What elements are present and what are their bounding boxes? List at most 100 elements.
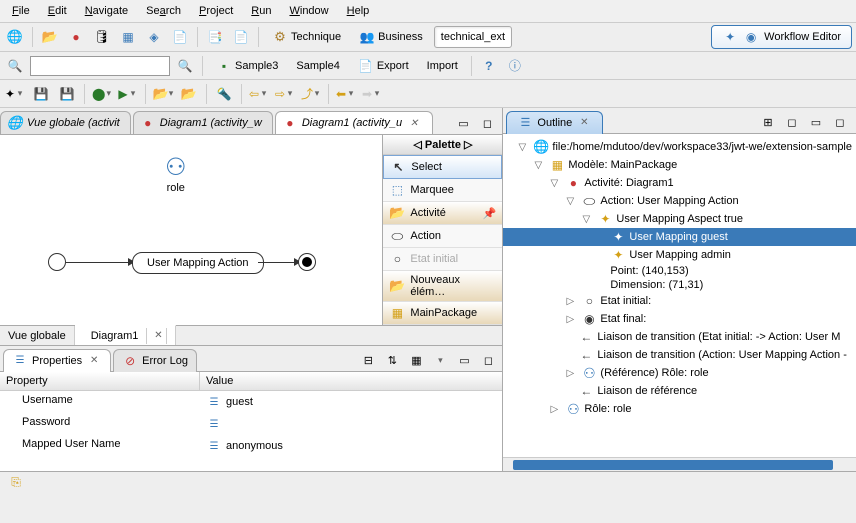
menu-run[interactable]: Run: [243, 2, 279, 20]
save-button[interactable]: [30, 83, 52, 105]
doc2-button[interactable]: [230, 26, 252, 48]
outline-tab[interactable]: Outline: [506, 111, 603, 134]
ext-button[interactable]: [152, 83, 174, 105]
doc-button[interactable]: [169, 26, 191, 48]
outline-max[interactable]: ◻: [829, 111, 851, 133]
minimize-button[interactable]: ▭: [452, 112, 474, 134]
props-menu[interactable]: [429, 349, 451, 371]
tree-etat-initial[interactable]: Etat initial:: [503, 292, 856, 310]
editor-tab-2[interactable]: Diagram1 (activity_w: [133, 111, 273, 134]
end-node[interactable]: [298, 253, 316, 271]
ext2-button[interactable]: [178, 83, 200, 105]
nav-btn1[interactable]: ⇦: [248, 83, 270, 105]
diamond-button[interactable]: [143, 26, 165, 48]
debug-button[interactable]: ⬤: [91, 83, 113, 105]
palette-mainpackage[interactable]: MainPackage: [383, 302, 502, 325]
palette-etat-initial[interactable]: Etat initial: [383, 248, 502, 271]
start-node[interactable]: [48, 253, 66, 271]
prop-row-password[interactable]: Password: [0, 413, 502, 435]
palette-marquee[interactable]: Marquee: [383, 179, 502, 202]
tree-dimension[interactable]: Dimension: (71,31): [503, 278, 856, 292]
record-button[interactable]: [65, 26, 87, 48]
menu-project[interactable]: Project: [191, 2, 241, 20]
menu-help[interactable]: Help: [339, 2, 378, 20]
docs-button[interactable]: [204, 26, 226, 48]
tree-model[interactable]: Modèle: MainPackage: [503, 156, 856, 174]
tree-ref-link[interactable]: Liaison de référence: [503, 382, 856, 400]
props-min[interactable]: ▭: [453, 349, 475, 371]
props-btn3[interactable]: ▦: [405, 349, 427, 371]
workflow-editor-button[interactable]: Workflow Editor: [711, 25, 852, 49]
menu-search[interactable]: Search: [138, 2, 189, 20]
edge-2[interactable]: [258, 262, 298, 263]
prop-row-username[interactable]: Username guest: [0, 391, 502, 413]
tree-transition-2[interactable]: Liaison de transition (Action: User Mapp…: [503, 346, 856, 364]
nav-btn2[interactable]: ⇨: [274, 83, 296, 105]
tree-point[interactable]: Point: (140,153): [503, 264, 856, 278]
close-icon[interactable]: [86, 353, 102, 369]
saveall-button[interactable]: [56, 83, 78, 105]
outline-mode2[interactable]: ◻: [781, 111, 803, 133]
export-button[interactable]: Export: [351, 55, 416, 77]
back-button[interactable]: ⬅: [335, 83, 357, 105]
db-button[interactable]: [91, 26, 113, 48]
run-button[interactable]: ▶: [117, 83, 139, 105]
props-btn1[interactable]: ⊟: [357, 349, 379, 371]
outline-mode1[interactable]: ⊞: [757, 111, 779, 133]
action-node[interactable]: User Mapping Action: [132, 252, 264, 274]
business-button[interactable]: Business: [352, 26, 430, 48]
role-node[interactable]: ⚇ role: [165, 153, 187, 194]
outline-tree[interactable]: file:/home/mdutoo/dev/workspace33/jwt-we…: [503, 134, 856, 457]
close-icon[interactable]: [150, 328, 167, 344]
menu-file[interactable]: FFileile: [4, 2, 38, 20]
prop-row-mapped[interactable]: Mapped User Name anonymous: [0, 435, 502, 457]
tree-role[interactable]: Rôle: role: [503, 400, 856, 418]
outline-hscroll[interactable]: [503, 457, 856, 471]
close-icon[interactable]: [576, 115, 592, 131]
edge-1[interactable]: [66, 262, 132, 263]
tree-mapping-guest[interactable]: User Mapping guest: [503, 228, 856, 246]
info-button[interactable]: [504, 55, 526, 77]
props-max[interactable]: ◻: [477, 349, 499, 371]
maximize-button[interactable]: ◻: [476, 112, 498, 134]
canvas-tab-1[interactable]: Vue globale: [0, 326, 75, 345]
sample4-button[interactable]: Sample4: [289, 55, 346, 77]
canvas-tab-2[interactable]: Diagram1: [75, 325, 177, 345]
outline-min[interactable]: ▭: [805, 111, 827, 133]
menu-edit[interactable]: Edit: [40, 2, 75, 20]
sample3-button[interactable]: ▪Sample3: [209, 55, 285, 77]
menu-window[interactable]: Window: [281, 2, 336, 20]
import-button[interactable]: Import: [420, 55, 465, 77]
palette-nouveaux[interactable]: Nouveaux élém…: [383, 271, 502, 302]
tree-action[interactable]: Action: User Mapping Action: [503, 192, 856, 210]
palette-action[interactable]: Action: [383, 225, 502, 248]
tree-aspect[interactable]: User Mapping Aspect true: [503, 210, 856, 228]
editor-tab-1[interactable]: Vue globale (activit: [0, 111, 131, 134]
tree-activity[interactable]: Activité: Diagram1: [503, 174, 856, 192]
close-icon[interactable]: [406, 115, 422, 131]
menu-navigate[interactable]: Navigate: [77, 2, 136, 20]
diagram-canvas[interactable]: ⚇ role User Mapping Action: [0, 135, 382, 325]
props-btn2[interactable]: ⇅: [381, 349, 403, 371]
technical-ext-button[interactable]: technical_ext: [434, 26, 512, 48]
tree-file[interactable]: file:/home/mdutoo/dev/workspace33/jwt-we…: [503, 138, 856, 156]
tree-ref-role[interactable]: (Référence) Rôle: role: [503, 364, 856, 382]
new-wiz-button[interactable]: ✦: [4, 83, 26, 105]
palette-activite[interactable]: Activité📌: [383, 202, 502, 225]
tree-etat-final[interactable]: Etat final:: [503, 310, 856, 328]
new-button[interactable]: [4, 26, 26, 48]
tree-mapping-admin[interactable]: User Mapping admin: [503, 246, 856, 264]
search-combo[interactable]: [30, 56, 170, 76]
errorlog-tab[interactable]: Error Log: [113, 349, 197, 372]
properties-tab[interactable]: Properties: [3, 349, 111, 372]
nav-btn3[interactable]: ⤴: [300, 83, 322, 105]
zoom-button[interactable]: [4, 55, 26, 77]
palette-select[interactable]: Select: [383, 155, 502, 179]
tree-transition-1[interactable]: Liaison de transition (Etat initial: -> …: [503, 328, 856, 346]
help-button[interactable]: [478, 55, 500, 77]
grid-button[interactable]: [117, 26, 139, 48]
fwd-button[interactable]: ➡: [361, 83, 383, 105]
search-button[interactable]: 🔦: [213, 83, 235, 105]
technique-button[interactable]: Technique: [265, 26, 348, 48]
zoom2-button[interactable]: [174, 55, 196, 77]
